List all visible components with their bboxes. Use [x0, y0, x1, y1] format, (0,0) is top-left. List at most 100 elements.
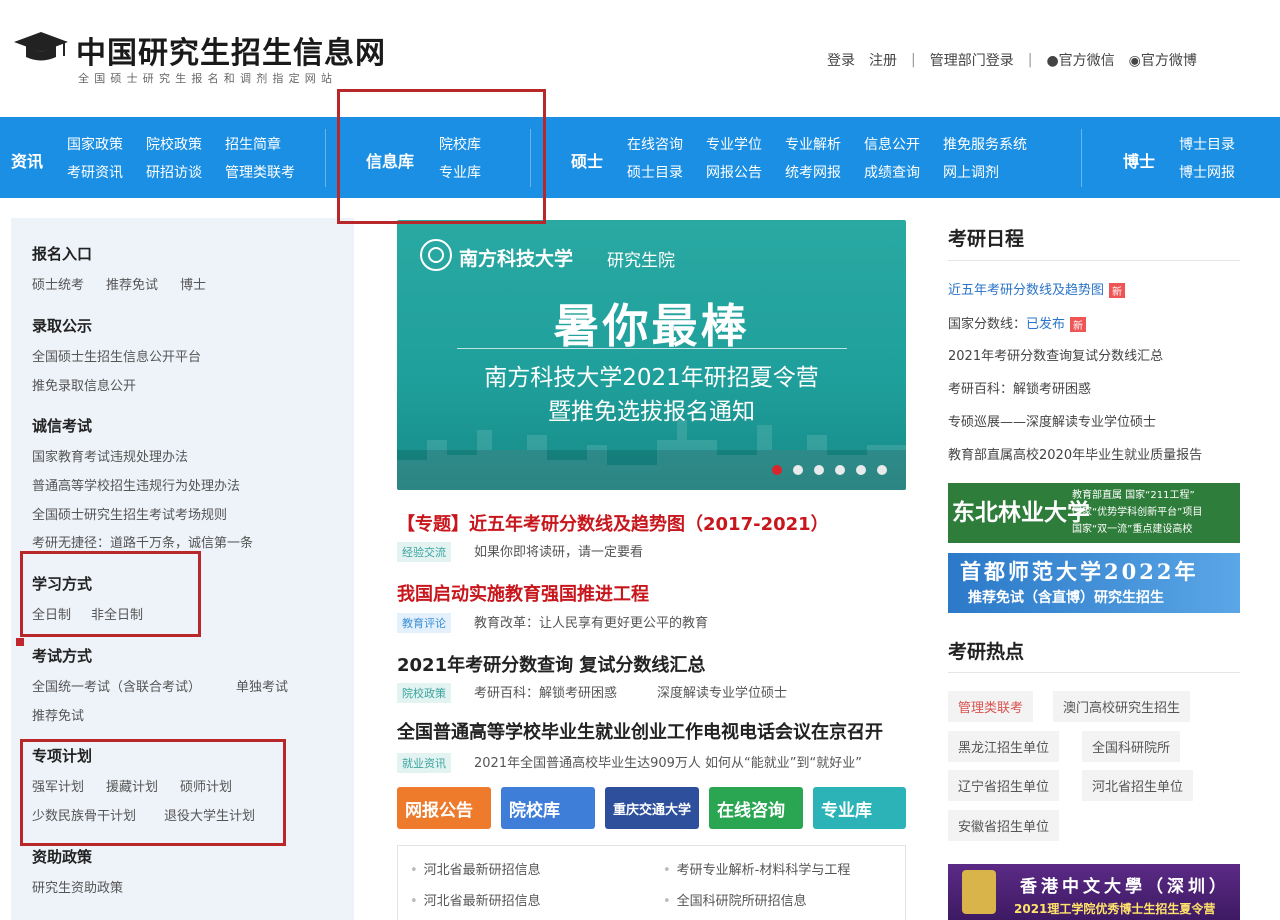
- hot-tag[interactable]: 全国科研院所: [1082, 731, 1181, 762]
- news-tag[interactable]: 经验交流: [397, 542, 451, 562]
- nav-link[interactable]: 成绩查询: [864, 162, 920, 182]
- news-tag[interactable]: 教育评论: [397, 613, 451, 633]
- nav-section-zixun[interactable]: 资讯: [11, 148, 43, 172]
- sidebar-link[interactable]: 研究生资助政策: [32, 877, 123, 896]
- sidebar-link[interactable]: 硕士统考: [32, 274, 84, 293]
- hot-tag[interactable]: 河北省招生单位: [1082, 770, 1194, 801]
- sidebar-link[interactable]: 全国硕士生招生信息公开平台: [32, 346, 201, 365]
- nav-link[interactable]: 网报公告: [706, 162, 762, 182]
- carousel-dot[interactable]: [772, 465, 782, 475]
- ad-cnu[interactable]: 首都师范大学2022年 推荐免试（含直博）研究生招生: [948, 553, 1240, 613]
- news-headline[interactable]: 【专题】近五年考研分数线及趋势图（2017-2021）: [397, 510, 829, 536]
- banner-rule: [457, 348, 847, 349]
- nav-link[interactable]: 专业学位: [706, 134, 762, 154]
- list-item[interactable]: 考研专业解析-材料科学与工程: [663, 859, 851, 878]
- nav-section-shuoshi[interactable]: 硕士: [571, 148, 603, 172]
- list-item[interactable]: 全国科研院所研招信息: [663, 890, 807, 909]
- carousel-dot[interactable]: [856, 465, 866, 475]
- nav-link[interactable]: 院校政策: [146, 134, 202, 154]
- nav-link[interactable]: 管理类联考: [225, 162, 295, 182]
- sidebar-link[interactable]: 普通高等学校招生违规行为处理办法: [32, 475, 240, 494]
- admin-login-link[interactable]: 管理部门登录: [930, 50, 1014, 70]
- sidebar-link[interactable]: 单独考试: [236, 676, 288, 695]
- news-sub[interactable]: 如果你即将读研，请一定要看: [474, 541, 643, 560]
- nav-link[interactable]: 推免服务系统: [943, 134, 1027, 154]
- sidebar-link[interactable]: 考研无捷径：道路千万条，诚信第一条: [32, 532, 253, 551]
- ad-cuhk[interactable]: 香港中文大學（深圳） 2021理工学院优秀博士生招生夏令营: [948, 864, 1240, 920]
- wechat-link[interactable]: ●官方微信: [1046, 50, 1114, 70]
- news-headline[interactable]: 2021年考研分数查询 复试分数线汇总: [397, 651, 705, 677]
- hot-tag[interactable]: 辽宁省招生单位: [948, 770, 1060, 801]
- nav-link[interactable]: 硕士目录: [627, 162, 683, 182]
- school-emblem-icon: [420, 239, 452, 271]
- hot-tag[interactable]: 黑龙江招生单位: [948, 731, 1060, 762]
- published-link[interactable]: 已发布: [1026, 317, 1065, 332]
- news-tag[interactable]: 院校政策: [397, 683, 451, 703]
- section-title: 报名入口: [32, 245, 93, 263]
- sidebar-link[interactable]: 国家教育考试违规处理办法: [32, 446, 188, 465]
- banner-headline: 暑你最棒: [553, 299, 750, 353]
- list-item[interactable]: 河北省最新研招信息: [410, 859, 541, 878]
- ad-nefu[interactable]: 东北林业大学 教育部直属 国家“211工程” 国家“优势学科创新平台”项目 国家…: [948, 483, 1240, 543]
- sidebar-link[interactable]: 推免录取信息公开: [32, 375, 136, 394]
- ad-line: 国家“双一流”重点建设高校: [1072, 524, 1193, 535]
- ad-line: 国家“优势学科创新平台”项目: [1072, 507, 1203, 518]
- nav-link[interactable]: 信息公开: [864, 134, 920, 154]
- quick-button-zixun[interactable]: 在线咨询: [709, 787, 803, 829]
- carousel-dot[interactable]: [814, 465, 824, 475]
- quick-button-zhuanyeku[interactable]: 专业库: [813, 787, 906, 829]
- weibo-link[interactable]: ◉官方微博: [1129, 50, 1197, 70]
- list-item[interactable]: 河北省最新研招信息: [410, 890, 541, 909]
- news-sub[interactable]: 深度解读专业学位硕士: [657, 682, 787, 701]
- nav-link[interactable]: 在线咨询: [627, 134, 683, 154]
- nav-link[interactable]: 研招访谈: [146, 162, 202, 182]
- schedule-item[interactable]: 近五年考研分数线及趋势图新: [948, 279, 1126, 298]
- new-badge: 新: [1109, 283, 1126, 298]
- graduation-cap-icon: [14, 32, 68, 61]
- login-link[interactable]: 登录: [827, 50, 855, 70]
- hot-tag[interactable]: 澳门高校研究生招生: [1053, 691, 1191, 722]
- city-skyline-illustration: [397, 420, 906, 490]
- site-title[interactable]: 中国研究生招生信息网: [76, 28, 386, 72]
- register-link[interactable]: 注册: [869, 50, 897, 70]
- news-tag[interactable]: 就业资讯: [397, 753, 451, 773]
- news-headline[interactable]: 我国启动实施教育强国推进工程: [397, 580, 649, 606]
- banner-school: 南方科技大学: [459, 248, 574, 270]
- quick-button-wangbao[interactable]: 网报公告: [397, 787, 491, 829]
- nav-link[interactable]: 专业解析: [785, 134, 841, 154]
- schedule-item[interactable]: 教育部直属高校2020年毕业生就业质量报告: [948, 444, 1202, 463]
- ad-nefu-name: 东北林业大学: [952, 499, 1090, 526]
- hot-tag[interactable]: 管理类联考: [948, 691, 1034, 722]
- news-headline[interactable]: 全国普通高等学校毕业生就业创业工作电视电话会议在京召开: [397, 718, 883, 744]
- hot-tag[interactable]: 安徽省招生单位: [948, 810, 1060, 841]
- nav-link[interactable]: 博士目录: [1179, 134, 1235, 154]
- carousel-dot[interactable]: [793, 465, 803, 475]
- banner-carousel[interactable]: 南方科技大学 研究生院 暑你最棒 南方科技大学2021年研招夏令营 暨推免选拔报…: [397, 220, 906, 490]
- schedule-item[interactable]: 国家分数线：已发布新: [948, 313, 1087, 332]
- nav-link[interactable]: 网上调剂: [943, 162, 999, 182]
- sidebar-link[interactable]: 推荐免试: [32, 705, 84, 724]
- schedule-item[interactable]: 2021年考研分数查询复试分数线汇总: [948, 345, 1163, 364]
- sidebar-link[interactable]: 推荐免试: [106, 274, 158, 293]
- schedule-item-label: 国家分数线：: [948, 317, 1027, 332]
- sidebar-link[interactable]: 全国统一考试（含联合考试）: [32, 676, 201, 695]
- ad-cuhk-name: 香港中文大學（深圳）: [1020, 877, 1230, 897]
- carousel-dot[interactable]: [835, 465, 845, 475]
- nav-section-boshi[interactable]: 博士: [1123, 148, 1155, 172]
- news-sub[interactable]: 2021年全国普通高校毕业生达909万人 如何从“能就业”到“就好业”: [474, 752, 862, 771]
- schedule-item[interactable]: 专硕巡展——深度解读专业学位硕士: [948, 411, 1156, 430]
- schedule-item[interactable]: 考研百科：解锁考研困惑: [948, 378, 1091, 397]
- nav-link[interactable]: 博士网报: [1179, 162, 1235, 182]
- nav-link[interactable]: 考研资讯: [67, 162, 123, 182]
- news-sub[interactable]: 教育改革：让人民享有更好更公平的教育: [474, 612, 708, 631]
- nav-divider: [325, 129, 326, 187]
- nav-link[interactable]: 国家政策: [67, 134, 123, 154]
- news-sub[interactable]: 考研百科：解锁考研困惑: [474, 682, 617, 701]
- nav-link[interactable]: 招生简章: [225, 134, 281, 154]
- quick-button-yuanxiaoku[interactable]: 院校库: [501, 787, 595, 829]
- sidebar-link[interactable]: 全国硕士研究生招生考试考场规则: [32, 504, 227, 523]
- nav-link[interactable]: 统考网报: [785, 162, 841, 182]
- carousel-dot[interactable]: [877, 465, 887, 475]
- quick-button-school[interactable]: 重庆交通大学: [605, 787, 699, 829]
- sidebar-link[interactable]: 博士: [180, 274, 206, 293]
